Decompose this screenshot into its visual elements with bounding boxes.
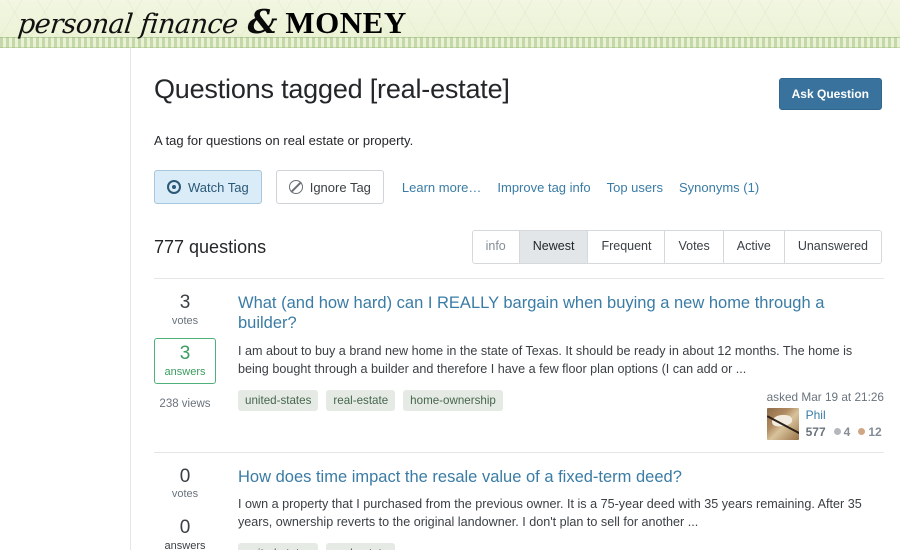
logo-money-text: MONEY: [285, 5, 407, 40]
question-tag-list: united-states real-estate home-ownership: [238, 389, 503, 412]
answer-label: answers: [164, 540, 206, 550]
tab-votes[interactable]: Votes: [665, 231, 724, 263]
user-name-link[interactable]: Phil: [806, 408, 882, 422]
tag-actions-bar: Watch Tag Ignore Tag Learn more… Improve…: [154, 170, 884, 205]
ban-icon: [288, 180, 303, 195]
bronze-badge-group: 12: [858, 424, 882, 439]
logo-script-text: personal finance: [16, 9, 240, 40]
main-content: Questions tagged [real-estate] Ask Quest…: [132, 48, 900, 550]
bronze-badge-icon: [858, 428, 866, 436]
question-excerpt: I am about to buy a brand new home in th…: [238, 344, 853, 377]
vote-count: 0: [179, 465, 191, 487]
reputation-line: 577 4 12: [806, 425, 882, 439]
question-summary: What (and how hard) can I REALLY bargain…: [230, 293, 884, 440]
watch-tag-button[interactable]: Watch Tag: [154, 170, 262, 205]
question-excerpt: I own a property that I purchased from t…: [238, 497, 862, 530]
user-card: asked Mar 19 at 21:26 Phil 577 4 12: [751, 390, 884, 440]
vote-label: votes: [171, 488, 199, 501]
question-row: 0 votes 0 answers How does time impact t…: [154, 453, 884, 550]
question-stats: 3 votes 3 answers 238 views: [154, 291, 230, 440]
question-stats: 0 votes 0 answers: [154, 465, 230, 550]
tab-active[interactable]: Active: [723, 231, 785, 263]
answer-count-box: 3 answers: [154, 337, 216, 384]
avatar[interactable]: [766, 407, 799, 440]
tab-newest[interactable]: Newest: [519, 231, 589, 263]
page-title: Questions tagged [real-estate]: [154, 74, 510, 104]
top-users-link[interactable]: Top users: [607, 180, 663, 195]
synonyms-link[interactable]: Synonyms (1): [679, 180, 759, 195]
tab-frequent[interactable]: Frequent: [588, 231, 666, 263]
logo-ampersand: &: [247, 2, 278, 41]
silver-badge-icon: [833, 428, 841, 436]
question-summary: How does time impact the resale value of…: [230, 467, 884, 550]
vote-count: 3: [179, 291, 191, 313]
asked-timestamp: asked Mar 19 at 21:26: [766, 389, 884, 404]
page-body: Questions tagged [real-estate] Ask Quest…: [0, 48, 900, 550]
ignore-tag-label: Ignore Tag: [309, 179, 371, 195]
vote-label: votes: [171, 314, 199, 327]
tab-unanswered[interactable]: Unanswered: [784, 231, 881, 263]
silver-badge-count: 4: [843, 424, 851, 439]
answer-label: answers: [164, 365, 206, 378]
watch-tag-label: Watch Tag: [188, 179, 249, 195]
post-tag[interactable]: united-states: [238, 389, 319, 412]
question-meta-row: united-states real-estate home-ownership…: [238, 389, 884, 440]
tab-info[interactable]: info: [472, 231, 520, 263]
eye-icon: [167, 180, 181, 195]
user-details: Phil 577 4 12: [766, 407, 884, 440]
answer-count: 3: [179, 342, 191, 364]
post-tag[interactable]: real-estate: [326, 542, 396, 550]
title-row: Questions tagged [real-estate] Ask Quest…: [154, 48, 884, 110]
answer-count: 0: [179, 517, 191, 539]
question-title-link[interactable]: How does time impact the resale value of…: [238, 467, 884, 488]
ask-question-button[interactable]: Ask Question: [778, 78, 882, 110]
ignore-tag-button[interactable]: Ignore Tag: [275, 170, 384, 205]
post-tag[interactable]: united-states: [238, 542, 319, 550]
question-count: 777 questions: [154, 236, 267, 257]
question-row: 3 votes 3 answers 238 views What (and ho…: [154, 279, 884, 453]
question-tag-list: united-states real-estate: [238, 542, 396, 550]
question-list: 3 votes 3 answers 238 views What (and ho…: [154, 277, 884, 550]
count-and-tabs-row: 777 questions info Newest Frequent Votes…: [154, 230, 884, 278]
answer-count-box: 0 answers: [154, 511, 216, 550]
post-tag[interactable]: real-estate: [326, 389, 396, 412]
silver-badge-group: 4: [833, 424, 851, 439]
view-count: 238 views: [159, 397, 211, 410]
site-logo[interactable]: personal finance & MONEY: [16, 2, 407, 41]
learn-more-link[interactable]: Learn more…: [402, 180, 481, 195]
question-meta-row: united-states real-estate: [238, 542, 884, 550]
tag-description: A tag for questions on real estate or pr…: [154, 133, 414, 148]
sort-tab-group: info Newest Frequent Votes Active Unansw…: [471, 230, 882, 264]
bronze-badge-count: 12: [868, 424, 882, 439]
site-header: personal finance & MONEY: [0, 0, 900, 48]
question-title-link[interactable]: What (and how hard) can I REALLY bargain…: [238, 293, 884, 334]
left-rail: [0, 48, 131, 550]
reputation-score: 577: [805, 424, 826, 439]
post-tag[interactable]: home-ownership: [403, 389, 503, 412]
improve-tag-info-link[interactable]: Improve tag info: [497, 180, 590, 195]
